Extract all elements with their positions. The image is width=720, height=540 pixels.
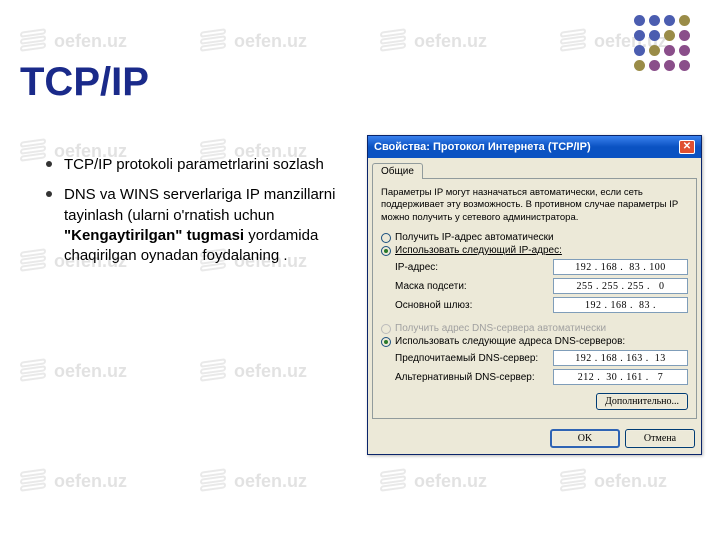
tab-general[interactable]: Общие (372, 163, 423, 179)
radio-icon (381, 246, 391, 256)
cancel-button[interactable]: Отмена (625, 429, 695, 448)
label-ip: IP-адрес: (395, 262, 438, 273)
bullet-2: DNS va WINS serverlariga IP manzillarni … (50, 185, 350, 266)
dns-alt-input[interactable] (553, 369, 688, 385)
bullet-1: TCP/IP protokoli parametrlarini sozlash (50, 155, 350, 175)
radio-dns-manual[interactable]: Использовать следующие адреса DNS-сервер… (381, 336, 688, 347)
label-dns1: Предпочитаемый DNS-сервер: (395, 353, 538, 364)
advanced-button[interactable]: Дополнительно... (596, 393, 688, 410)
radio-icon (381, 233, 391, 243)
page-title: TCP/IP (20, 60, 720, 105)
label-gateway: Основной шлюз: (395, 300, 472, 311)
radio-dns-auto: Получить адрес DNS-сервера автоматически (381, 323, 688, 334)
dns-primary-input[interactable] (553, 350, 688, 366)
radio-icon (381, 337, 391, 347)
dialog-title: Свойства: Протокол Интернета (TCP/IP) (374, 141, 591, 153)
dialog-titlebar[interactable]: Свойства: Протокол Интернета (TCP/IP) ✕ (368, 136, 701, 158)
logo-dots (634, 15, 690, 71)
tcpip-properties-dialog: Свойства: Протокол Интернета (TCP/IP) ✕ … (367, 135, 702, 455)
close-icon[interactable]: ✕ (679, 140, 695, 154)
radio-ip-auto[interactable]: Получить IP-адрес автоматически (381, 232, 688, 243)
radio-icon (381, 324, 391, 334)
subnet-mask-input[interactable] (553, 278, 688, 294)
ok-button[interactable]: OK (550, 429, 620, 448)
label-mask: Маска подсети: (395, 281, 467, 292)
gateway-input[interactable] (553, 297, 688, 313)
radio-ip-manual[interactable]: Использовать следующий IP-адрес: (381, 245, 688, 256)
label-dns2: Альтернативный DNS-сервер: (395, 372, 535, 383)
dialog-description: Параметры IP могут назначаться автоматич… (381, 187, 688, 224)
ip-address-input[interactable] (553, 259, 688, 275)
